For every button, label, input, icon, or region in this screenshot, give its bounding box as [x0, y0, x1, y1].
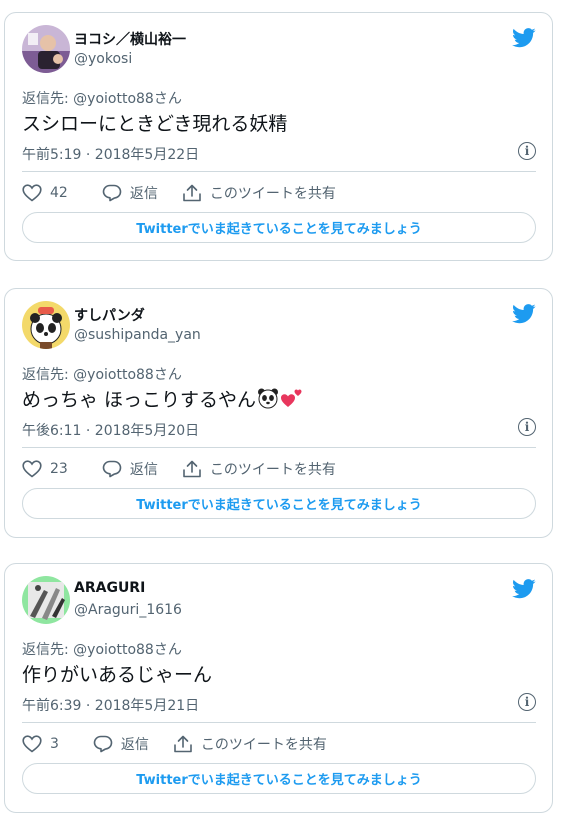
avatar[interactable] — [22, 301, 70, 349]
share-icon — [174, 735, 192, 753]
action-bar: 3 返信 このツイートを共有 — [22, 732, 327, 756]
reply-icon — [93, 735, 113, 753]
twitter-bird-icon[interactable] — [512, 304, 536, 324]
share-label: このツイートを共有 — [209, 186, 336, 202]
like-button[interactable]: 23 — [22, 460, 68, 478]
info-icon[interactable]: i — [518, 418, 536, 436]
divider — [22, 171, 536, 172]
reply-label: 返信 — [120, 737, 149, 753]
heart-icon — [22, 184, 42, 202]
twitter-bird-icon[interactable] — [512, 579, 536, 599]
tweet-card: すしパンダ @sushipanda_yan 返信先: @yoiotto88さん … — [4, 288, 553, 538]
divider — [22, 447, 536, 448]
share-icon — [183, 460, 201, 478]
heart-emoji — [281, 389, 302, 407]
action-bar: 42 返信 このツイートを共有 — [22, 181, 336, 205]
reply-button[interactable]: 返信 — [102, 459, 158, 479]
user-handle[interactable]: @yokosi — [74, 51, 132, 67]
display-name[interactable]: すしパンダ — [74, 305, 145, 325]
cta-button[interactable]: Twitterでいま起きていることを見てみましょう — [22, 763, 536, 794]
reply-icon — [102, 184, 122, 202]
panda-face-emoji — [258, 388, 279, 409]
share-label: このツイートを共有 — [200, 737, 327, 753]
timestamp-link[interactable]: 午前5:19 · 2018年5月22日 — [22, 144, 199, 164]
share-button[interactable]: このツイートを共有 — [182, 459, 336, 479]
user-handle[interactable]: @sushipanda_yan — [74, 327, 201, 343]
info-icon[interactable]: i — [518, 693, 536, 711]
reply-button[interactable]: 返信 — [102, 183, 158, 203]
tweet-card: ARAGURI @Araguri_1616 返信先: @yoiotto88さん … — [4, 563, 553, 813]
reply-icon — [102, 460, 122, 478]
info-icon[interactable]: i — [518, 142, 536, 160]
like-count: 23 — [50, 461, 68, 477]
tweet-text-content: めっちゃ ほっこりするやん — [22, 389, 257, 411]
display-name[interactable]: ヨコシ／横山裕一 — [74, 29, 186, 49]
twitter-bird-icon[interactable] — [512, 28, 536, 48]
share-button[interactable]: このツイートを共有 — [182, 183, 336, 203]
reply-label: 返信 — [129, 462, 158, 478]
reply-context[interactable]: 返信先: @yoiotto88さん — [22, 88, 182, 108]
heart-icon — [22, 735, 42, 753]
timestamp-link[interactable]: 午後6:11 · 2018年5月20日 — [22, 420, 199, 440]
tweet-card: ヨコシ／横山裕一 @yokosi 返信先: @yoiotto88さん スシローに… — [4, 12, 553, 261]
tweet-text: めっちゃ ほっこりするやん — [22, 385, 304, 412]
timestamp-link[interactable]: 午前6:39 · 2018年5月21日 — [22, 695, 199, 715]
like-button[interactable]: 42 — [22, 184, 68, 202]
divider — [22, 722, 536, 723]
reply-context[interactable]: 返信先: @yoiotto88さん — [22, 364, 182, 384]
like-button[interactable]: 3 — [22, 735, 59, 753]
share-label: このツイートを共有 — [209, 462, 336, 478]
reply-button[interactable]: 返信 — [93, 734, 149, 754]
action-bar: 23 返信 このツイートを共有 — [22, 457, 336, 481]
share-icon — [183, 184, 201, 202]
display-name[interactable]: ARAGURI — [74, 580, 145, 596]
cta-button[interactable]: Twitterでいま起きていることを見てみましょう — [22, 212, 536, 243]
reply-label: 返信 — [129, 186, 158, 202]
share-button[interactable]: このツイートを共有 — [173, 734, 327, 754]
heart-icon — [22, 460, 42, 478]
reply-context[interactable]: 返信先: @yoiotto88さん — [22, 639, 182, 659]
avatar[interactable] — [22, 576, 70, 624]
user-handle[interactable]: @Araguri_1616 — [74, 602, 182, 618]
like-count: 3 — [50, 736, 59, 752]
cta-button[interactable]: Twitterでいま起きていることを見てみましょう — [22, 488, 536, 519]
tweet-text: スシローにときどき現れる妖精 — [22, 113, 288, 135]
tweet-text: 作りがいあるじゃーん — [22, 664, 213, 686]
avatar[interactable] — [22, 25, 70, 73]
like-count: 42 — [50, 185, 68, 201]
